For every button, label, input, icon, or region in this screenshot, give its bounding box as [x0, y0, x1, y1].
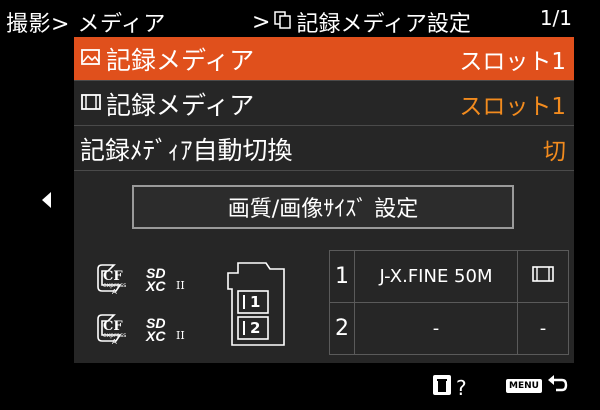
sdxc-logo: SD XC II	[146, 315, 185, 344]
menu-badge: MENU	[506, 379, 542, 393]
movie-icon	[80, 89, 102, 118]
back-arrow-icon	[546, 374, 568, 398]
slot-setting: J-X.FINE 50M	[354, 250, 518, 303]
left-arrow-icon[interactable]	[42, 192, 51, 208]
slot-setting: -	[354, 302, 518, 355]
menu-row-label: 記録メディア	[106, 45, 255, 75]
media-settings-icon	[274, 10, 292, 35]
menu-panel: 記録メディア スロット1 記録メディア スロット1 記録ﾒﾃﾞｨｱ自動切換 切 …	[74, 37, 574, 363]
menu-row-label: 記録ﾒﾃﾞｨｱ自動切換	[80, 135, 293, 165]
menu-row-value: 切	[543, 138, 566, 165]
table-row: 1 J-X.FINE 50M	[329, 250, 569, 303]
menu-row-auto-switch[interactable]: 記録ﾒﾃﾞｨｱ自動切換 切	[74, 127, 574, 171]
slot-icon-placeholder: -	[517, 302, 569, 355]
cfexpress-logo: CF express A	[94, 263, 126, 296]
page-title: > 記録メディア設定	[252, 6, 471, 38]
still-image-icon	[80, 44, 102, 73]
help-label: ?	[456, 375, 467, 400]
breadcrumb: 撮影> メディア	[6, 6, 166, 38]
slot-settings-table: 1 J-X.FINE 50M 2 - -	[329, 250, 569, 355]
menu-row-movie-media[interactable]: 記録メディア スロット1	[74, 82, 574, 126]
page-indicator: 1/1	[539, 6, 572, 30]
cfexpress-logo: CF express A	[94, 313, 126, 346]
slot-number: 1	[329, 250, 355, 303]
camera-slot-1-label: 1	[250, 293, 261, 311]
slot-number: 2	[329, 302, 355, 355]
quality-settings-button[interactable]: 画質/画像ｻｲｽﾞ 設定	[132, 185, 514, 229]
camera-slot-diagram: 1 2	[224, 259, 294, 349]
chevron-right-icon: >	[252, 9, 271, 35]
menu-row-value: スロット1	[459, 48, 566, 75]
table-row: 2 - -	[329, 302, 569, 355]
trash-icon	[432, 374, 452, 401]
page-title-text: 記録メディア設定	[296, 12, 471, 37]
camera-slot-2-label: 2	[250, 319, 261, 337]
breadcrumb-shooting: 撮影	[6, 12, 52, 37]
help-button[interactable]: ?	[432, 374, 467, 401]
menu-row-value: スロット1	[459, 93, 566, 120]
movie-film-icon	[517, 250, 569, 303]
menu-row-label: 記録メディア	[106, 90, 255, 120]
menu-back-button[interactable]: MENU	[506, 374, 568, 398]
menu-row-still-media[interactable]: 記録メディア スロット1	[74, 37, 574, 81]
breadcrumb-separator: >	[51, 12, 70, 37]
breadcrumb-media: メディア	[77, 12, 166, 37]
sdxc-logo: SD XC II	[146, 265, 185, 294]
